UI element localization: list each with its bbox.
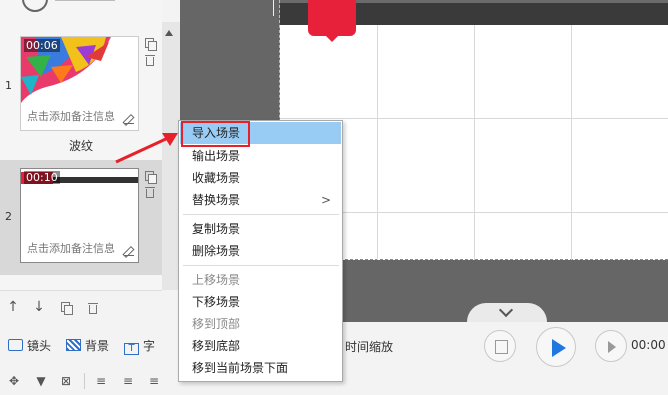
- text-label: 字: [143, 339, 156, 353]
- grid-line: [474, 25, 475, 260]
- collapse-timeline-tab[interactable]: [467, 302, 547, 322]
- chevron-down-icon: [498, 302, 514, 318]
- menu-item-label: 下移场景: [192, 295, 241, 309]
- menu-item-move-to-top: 移到顶部: [180, 313, 341, 335]
- menu-item-copy-scene[interactable]: 复制场景: [180, 218, 341, 240]
- arrow-up-icon[interactable]: ↑: [5, 298, 21, 316]
- locate-icon[interactable]: ✥: [8, 375, 20, 387]
- camera-label: 镜头: [27, 339, 52, 353]
- align-center-icon[interactable]: ≡: [122, 375, 134, 387]
- scene-duration: 00:10: [24, 171, 60, 184]
- menu-item-label: 复制场景: [192, 222, 241, 236]
- copy-icon[interactable]: [61, 302, 73, 315]
- scene-number: 1: [5, 79, 12, 92]
- scroll-up-icon[interactable]: [165, 30, 173, 36]
- scene-panel-toolbar: ↑ ↓: [0, 290, 162, 322]
- menu-separator: [183, 214, 339, 215]
- copy-icon[interactable]: [145, 171, 157, 184]
- scene-card[interactable]: 00:10 点击添加备注信息: [20, 168, 139, 263]
- menu-item-label: 移到底部: [192, 339, 241, 353]
- menu-item-label: 替换场景: [192, 193, 241, 207]
- divider: [84, 373, 85, 389]
- filter-icon[interactable]: ▼: [35, 375, 47, 387]
- camera-icon: [8, 339, 23, 351]
- arrow-down-icon[interactable]: ↓: [31, 298, 47, 316]
- menu-item-move-up: 上移场景: [180, 269, 341, 291]
- menu-item-move-below-current[interactable]: 移到当前场景下面: [180, 357, 341, 379]
- scene-note[interactable]: 点击添加备注信息: [27, 240, 135, 256]
- trash-icon[interactable]: [145, 55, 155, 66]
- menu-item-label: 输出场景: [192, 149, 241, 163]
- menu-separator: [183, 265, 339, 266]
- background-label: 背景: [85, 339, 110, 353]
- menu-item-label: 收藏场景: [192, 171, 241, 185]
- menu-item-label: 删除场景: [192, 244, 241, 258]
- trash-icon[interactable]: [145, 187, 155, 198]
- camera-button[interactable]: 镜头: [8, 337, 51, 354]
- preview-button[interactable]: [484, 330, 516, 362]
- play-button[interactable]: [536, 327, 576, 367]
- grid-line: [377, 25, 378, 260]
- text-button[interactable]: T字: [124, 337, 155, 355]
- edit-icon[interactable]: [124, 246, 134, 256]
- selection-handle[interactable]: [273, 0, 274, 16]
- red-shape-element[interactable]: [308, 0, 356, 42]
- divider: [55, 0, 115, 1]
- scene-duration: 00:06: [24, 39, 60, 52]
- clear-filter-icon[interactable]: ⊠: [60, 375, 72, 387]
- align-right-icon[interactable]: ≡: [148, 375, 160, 387]
- menu-item-export-scene[interactable]: 输出场景: [180, 145, 341, 167]
- menu-item-label: 上移场景: [192, 273, 241, 287]
- scene-number: 2: [5, 210, 12, 223]
- scene-context-menu: 导入场景 输出场景 收藏场景 替换场景 > 复制场景 删除场景 上移场景 下移场景…: [178, 120, 343, 382]
- scene-thumbnail: 00:10: [21, 169, 138, 235]
- app-window: 1 00:06 点击添加备注信息 波纹 2 00:10 点击添加备注信息 ↑ ↓…: [0, 0, 668, 395]
- add-scene-circle-icon[interactable]: [22, 0, 48, 12]
- text-icon: T: [124, 343, 139, 355]
- menu-item-favorite-scene[interactable]: 收藏场景: [180, 167, 341, 189]
- align-left-icon[interactable]: ≡: [95, 375, 107, 387]
- menu-item-replace-scene[interactable]: 替换场景 >: [180, 189, 341, 211]
- next-button[interactable]: [595, 330, 627, 362]
- menu-item-move-to-bottom[interactable]: 移到底部: [180, 335, 341, 357]
- copy-icon[interactable]: [145, 38, 157, 51]
- menu-item-label: 移到当前场景下面: [192, 361, 289, 375]
- background-button[interactable]: 背景: [66, 337, 109, 354]
- grid-line: [280, 118, 668, 119]
- scene-card[interactable]: 00:06 点击添加备注信息: [20, 36, 139, 131]
- red-arrow-icon: [115, 133, 178, 164]
- time-scale-label[interactable]: 时间缩放: [345, 338, 393, 355]
- background-icon: [66, 339, 81, 351]
- menu-item-label: 移到顶部: [192, 317, 241, 331]
- trash-icon[interactable]: [88, 303, 98, 314]
- scene-thumbnail: 00:06: [21, 37, 138, 103]
- grid-line: [571, 25, 572, 260]
- submenu-arrow-icon: >: [320, 193, 331, 207]
- menu-item-move-down[interactable]: 下移场景: [180, 291, 341, 313]
- menu-item-delete-scene[interactable]: 删除场景: [180, 240, 341, 262]
- time-readout: 00:00: [631, 338, 666, 352]
